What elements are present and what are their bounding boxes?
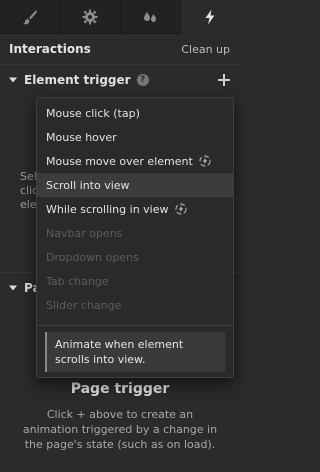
element-trigger-hint-line-3: ele [20,198,37,211]
element-trigger-label: Element trigger [24,73,131,87]
panel-tabs [0,0,240,34]
panel-header: Interactions Clean up [0,34,240,65]
tab-interactions[interactable] [180,0,240,34]
paintbrush-icon [22,10,37,25]
continuous-lightning-icon [175,203,186,215]
continuous-lightning-icon [199,155,211,167]
add-element-trigger-icon[interactable] [218,74,230,86]
menu-item-label: Navbar opens [46,226,123,240]
menu-item-dropdown-opens: Dropdown opens [37,245,233,269]
element-trigger-hint-line-1: Sel [20,170,37,183]
menu-item-label: Mouse click (tap) [46,106,140,120]
page-trigger-description: Click + above to create an animation tri… [22,408,218,451]
menu-item-tooltip: Animate when element scrolls into view. [45,332,225,372]
menu-item-label: Tab change [46,274,109,288]
help-icon[interactable]: ? [136,74,149,86]
menu-item-label: Slider change [46,298,122,312]
menu-item-label: Mouse move over element [46,154,193,168]
tab-style[interactable] [0,0,61,34]
element-trigger-section[interactable]: Element trigger ? [0,65,240,95]
caret-down-icon[interactable] [8,75,18,85]
menu-item-label: Scroll into view [46,178,130,192]
menu-item-while-scrolling[interactable]: While scrolling in view [37,197,233,221]
trigger-dropdown-menu: Mouse click (tap) Mouse hover Mouse move… [36,97,234,378]
clean-up-button[interactable]: Clean up [181,43,230,56]
menu-item-tab-change: Tab change [37,269,233,293]
droplets-icon [144,12,157,22]
panel-title: Interactions [9,42,91,56]
tab-settings[interactable] [60,0,121,34]
page-trigger-title: Page trigger [70,381,170,397]
lightning-icon [205,9,215,25]
menu-item-mouse-click[interactable]: Mouse click (tap) [37,101,233,125]
gear-icon [82,9,98,25]
caret-down-icon[interactable] [8,283,18,293]
menu-item-slider-change: Slider change [37,293,233,317]
menu-item-navbar-opens: Navbar opens [37,221,233,245]
menu-item-mouse-move[interactable]: Mouse move over element [37,149,233,173]
menu-item-label: While scrolling in view [46,202,169,216]
menu-item-label: Mouse hover [46,130,117,144]
menu-divider [37,325,233,326]
menu-item-scroll-into-view[interactable]: Scroll into view [37,173,233,197]
menu-item-label: Dropdown opens [46,250,139,264]
tab-style-manager[interactable] [121,0,181,34]
menu-item-mouse-hover[interactable]: Mouse hover [37,125,233,149]
